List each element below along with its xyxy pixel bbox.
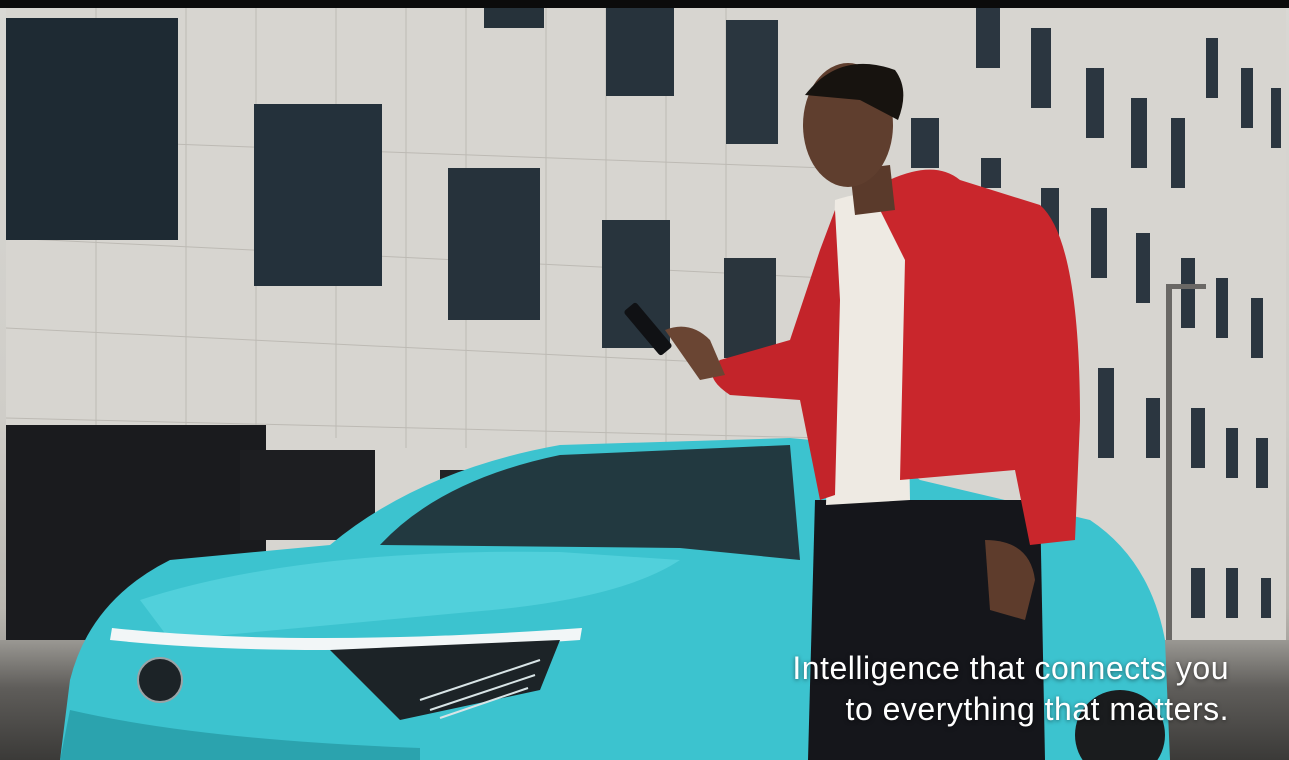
headline-line-2: to everything that matters. (845, 691, 1229, 727)
car-and-person (60, 63, 1170, 760)
phone (624, 302, 672, 356)
person-hand (665, 326, 725, 380)
car-windshield (380, 445, 800, 560)
vehicle-logo (137, 657, 183, 703)
headline-line-1: Intelligence that connects you (792, 650, 1229, 686)
hero-headline: Intelligence that connects you to everyt… (589, 648, 1229, 730)
hero-image: Intelligence that connects you to everyt… (0, 0, 1289, 760)
